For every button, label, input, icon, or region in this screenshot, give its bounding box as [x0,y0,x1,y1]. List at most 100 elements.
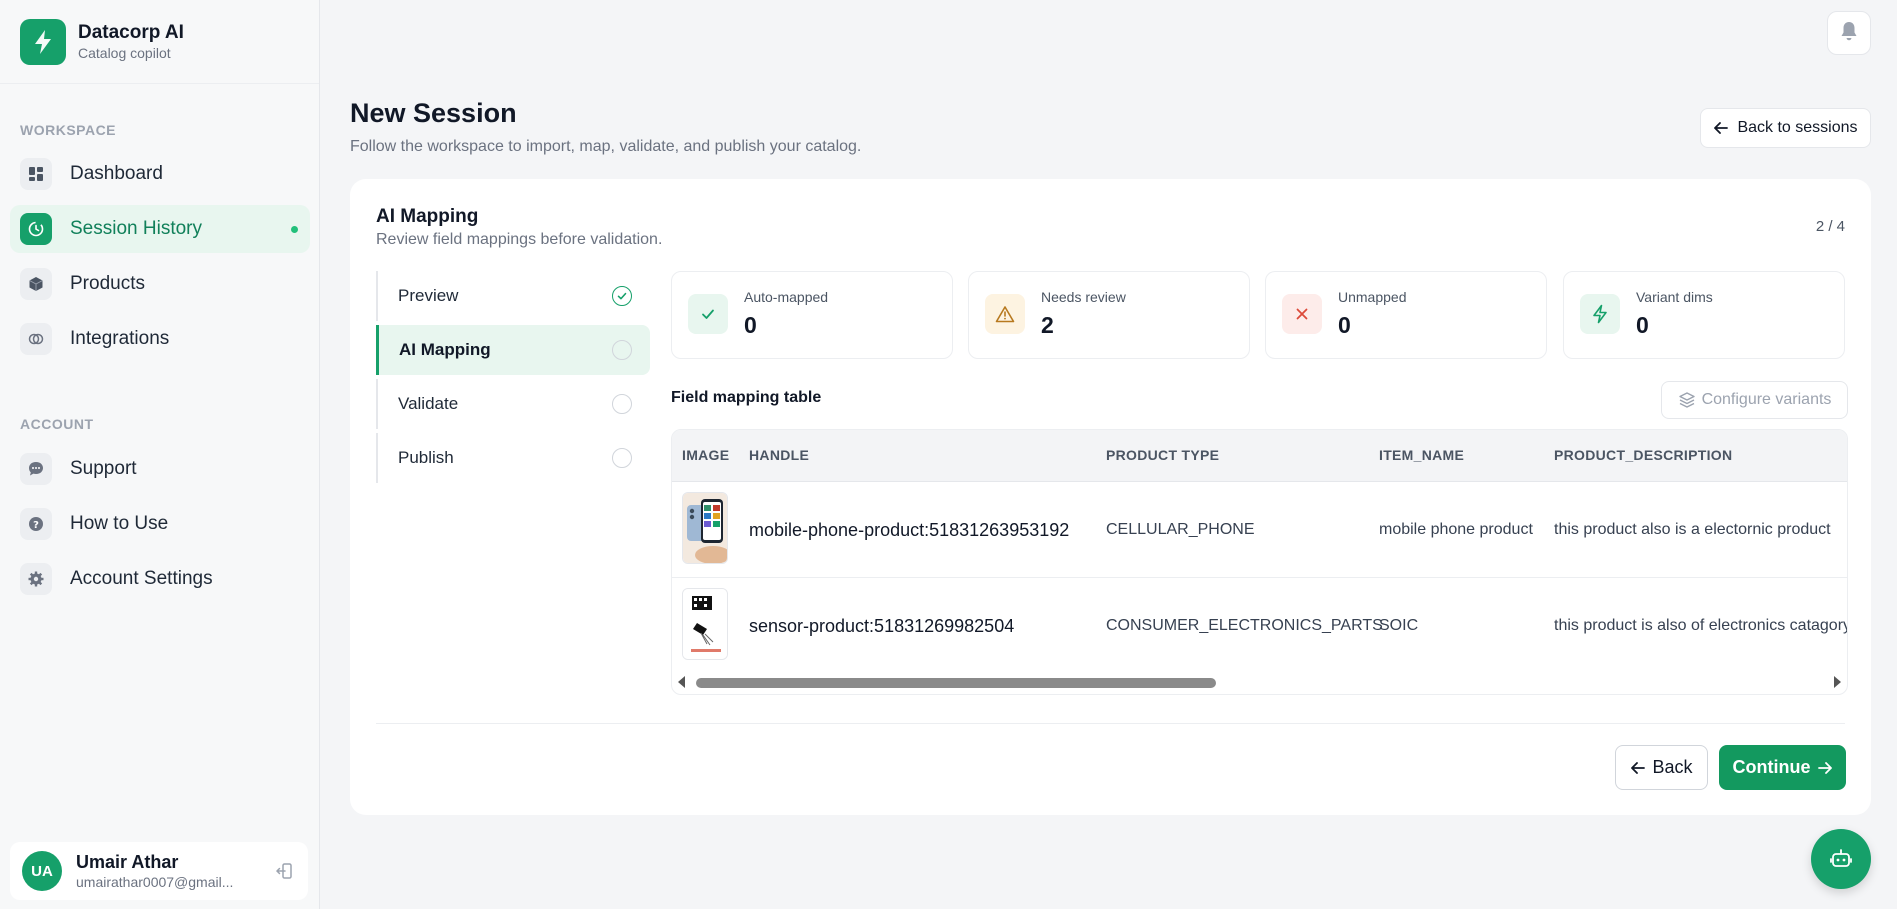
card-subtitle: Review field mappings before validation. [376,231,663,248]
continue-label: Continue [1732,757,1811,777]
stat-variant-dims: Variant dims 0 [1563,271,1845,359]
sidebar-item-dashboard[interactable]: Dashboard [10,150,310,198]
table-header: IMAGE HANDLE PRODUCT TYPE ITEM_NAME PROD… [672,430,1847,482]
field-mapping-table[interactable]: IMAGE HANDLE PRODUCT TYPE ITEM_NAME PROD… [671,429,1848,695]
history-icon [20,213,52,245]
check-icon [688,294,728,334]
sidebar-item-label: Support [70,458,137,479]
chat-icon [20,453,52,485]
sidebar-item-account-settings[interactable]: Account Settings [10,555,310,603]
brand-logo-icon [20,18,66,65]
step-label: Validate [398,394,459,413]
stat-needs-review: Needs review 2 [968,271,1250,359]
step-publish[interactable]: Publish [376,433,650,483]
sidebar-item-session-history[interactable]: Session History [10,205,310,253]
arrow-left-icon [1714,122,1729,134]
cell-handle: mobile-phone-product:51831263953192 [749,520,1070,540]
page-subtitle: Follow the workspace to import, map, val… [350,138,862,155]
horizontal-scrollbar[interactable] [672,670,1847,694]
check-circle-icon [612,286,632,306]
scroll-left-arrow-icon[interactable] [678,676,685,688]
active-indicator-dot [291,226,298,233]
cell-item-name: SOIC [1379,617,1419,634]
mapping-card: AI Mapping Review field mappings before … [350,179,1871,815]
continue-button[interactable]: Continue [1719,745,1846,790]
cell-item-name: mobile phone product [1379,521,1533,538]
sidebar-item-support[interactable]: Support [10,445,310,493]
configure-variants-button[interactable]: Configure variants [1661,381,1848,419]
column-header-product-type: PRODUCT TYPE [1106,447,1220,463]
stat-unmapped: Unmapped 0 [1265,271,1547,359]
scroll-right-arrow-icon[interactable] [1834,676,1841,688]
step-ai-mapping[interactable]: AI Mapping [376,325,650,375]
sidebar-item-how-to-use[interactable]: ? How to Use [10,500,310,548]
step-label: Publish [398,448,454,467]
help-icon: ? [20,508,52,540]
sidebar-item-integrations[interactable]: Integrations [10,315,310,363]
circle-icon [612,448,632,468]
cell-product-description: this product is also of electronics cata… [1554,617,1848,634]
sidebar: Datacorp AI Catalog copilot WORKSPACE Da… [0,0,320,909]
stat-label: Variant dims [1636,289,1713,305]
column-header-item-name: ITEM_NAME [1379,447,1465,463]
sidebar-item-label: Session History [70,218,202,239]
stat-label: Auto-mapped [744,289,829,305]
circle-icon [612,394,632,414]
layers-icon [1678,392,1695,408]
sidebar-item-label: Products [70,273,145,294]
divider [376,723,1845,724]
step-label: AI Mapping [399,340,491,359]
back-to-sessions-button[interactable]: Back to sessions [1700,108,1871,148]
link-icon [20,323,52,355]
cell-product-type: CONSUMER_ELECTRONICS_PARTS [1106,617,1383,634]
workspace-section-label: WORKSPACE [20,122,117,138]
cell-product-description: this product also is a electornic produc… [1554,521,1831,538]
page-title: New Session [350,98,517,128]
circle-icon [612,340,632,360]
stat-value: 0 [1338,312,1351,338]
step-preview[interactable]: Preview [376,271,650,321]
step-label: Preview [398,286,459,305]
card-title: AI Mapping [376,206,479,227]
back-label: Back [1652,757,1693,777]
arrow-left-icon [1631,761,1646,774]
notifications-button[interactable] [1827,11,1871,55]
arrow-right-icon [1817,761,1832,774]
step-counter: 2 / 4 [1815,218,1845,235]
dashboard-icon [20,158,52,190]
table-row[interactable]: mobile-phone-product:51831263953192 CELL… [672,482,1847,578]
step-validate[interactable]: Validate [376,379,650,429]
table-row[interactable]: sensor-product:51831269982504 CONSUMER_E… [672,578,1847,674]
stat-value: 0 [1636,312,1649,338]
stat-label: Unmapped [1338,289,1407,305]
stat-label: Needs review [1041,289,1126,305]
assistant-bot-button[interactable] [1811,829,1871,889]
user-email: umairathar0007@gmail... [76,874,234,890]
bell-icon [1839,20,1859,47]
product-thumbnail-phone [682,492,728,564]
scrollbar-thumb[interactable] [696,678,1216,688]
sidebar-item-products[interactable]: Products [10,260,310,308]
user-card[interactable]: UA Umair Athar umairathar0007@gmail... [10,842,308,900]
sidebar-item-label: Integrations [70,328,170,349]
back-to-sessions-label: Back to sessions [1737,119,1858,136]
sidebar-item-label: Account Settings [70,568,213,589]
svg-text:?: ? [33,520,39,531]
stat-auto-mapped: Auto-mapped 0 [671,271,953,359]
stat-value: 2 [1041,312,1054,338]
back-button[interactable]: Back [1615,745,1708,790]
sidebar-item-label: How to Use [70,513,169,534]
configure-variants-label: Configure variants [1701,391,1832,408]
user-name: Umair Athar [76,852,179,872]
avatar: UA [22,851,62,891]
brand-subtitle: Catalog copilot [78,44,171,61]
column-header-handle: HANDLE [749,447,810,463]
account-section-label: ACCOUNT [20,416,94,432]
stepper: Preview AI Mapping Validate Publish [376,271,650,487]
stat-value: 0 [744,312,757,338]
brand-name: Datacorp AI [78,21,184,43]
logout-icon[interactable] [272,859,296,883]
sidebar-item-label: Dashboard [70,163,163,184]
x-icon [1282,294,1322,334]
column-header-image: IMAGE [682,447,730,463]
